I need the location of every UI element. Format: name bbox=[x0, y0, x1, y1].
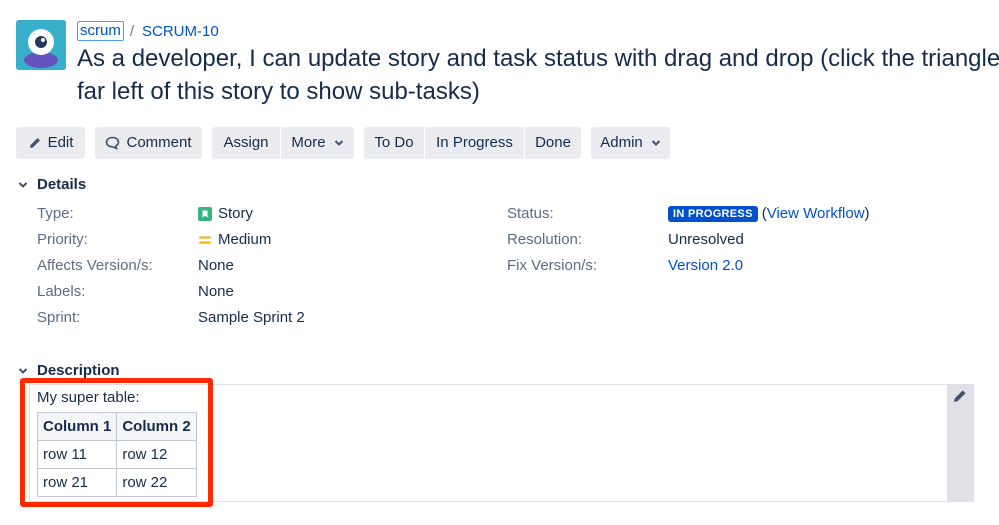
edit-button-label: Edit bbox=[47, 134, 74, 151]
priority-value-text: Medium bbox=[218, 231, 272, 248]
breadcrumb: scrum / SCRUM-10 bbox=[77, 21, 219, 41]
labels-label: Labels: bbox=[37, 283, 86, 300]
highlight-annotation bbox=[20, 378, 213, 507]
priority-medium-icon bbox=[199, 236, 211, 243]
resolution-label: Resolution: bbox=[507, 231, 583, 248]
project-avatar-icon[interactable] bbox=[16, 20, 66, 70]
chevron-down-icon bbox=[16, 181, 30, 189]
pencil-icon bbox=[29, 138, 40, 148]
to-do-button-label: To Do bbox=[374, 134, 414, 151]
to-do-transition-button[interactable]: To Do bbox=[364, 127, 424, 159]
more-dropdown-button[interactable]: More bbox=[281, 127, 354, 159]
breadcrumb-separator: / bbox=[129, 22, 135, 40]
description-section-toggle[interactable]: Description bbox=[16, 362, 120, 379]
view-workflow-link[interactable]: View Workflow bbox=[767, 205, 865, 222]
fix-versions-label: Fix Version/s: bbox=[507, 257, 598, 274]
status-label: Status: bbox=[507, 205, 554, 222]
done-transition-button[interactable]: Done bbox=[525, 127, 581, 159]
breadcrumb-issue-key-link[interactable]: SCRUM-10 bbox=[142, 23, 219, 40]
sprint-label: Sprint: bbox=[37, 309, 81, 326]
comment-button[interactable]: Comment bbox=[95, 127, 202, 159]
type-label: Type: bbox=[37, 205, 74, 222]
chevron-down-icon bbox=[651, 140, 660, 146]
details-heading: Details bbox=[37, 176, 87, 193]
details-section-toggle[interactable]: Details bbox=[16, 176, 86, 193]
assign-button-label: Assign bbox=[223, 134, 269, 151]
chevron-down-icon bbox=[334, 140, 343, 146]
breadcrumb-project-link[interactable]: scrum bbox=[77, 21, 124, 41]
comment-button-label: Comment bbox=[126, 134, 192, 151]
chevron-down-icon bbox=[16, 367, 30, 375]
in-progress-button-label: In Progress bbox=[436, 134, 513, 151]
type-value: Story bbox=[198, 205, 253, 222]
issue-summary[interactable]: As a developer, I can update story and t… bbox=[77, 42, 999, 108]
admin-button-label: Admin bbox=[600, 134, 643, 151]
affects-versions-label: Affects Version/s: bbox=[37, 257, 153, 274]
type-value-text: Story bbox=[218, 205, 254, 222]
fix-version-link[interactable]: Version 2.0 bbox=[668, 257, 743, 274]
affects-versions-value: None bbox=[198, 257, 234, 274]
story-icon bbox=[198, 206, 212, 221]
sprint-value: Sample Sprint 2 bbox=[198, 309, 305, 326]
pencil-icon bbox=[954, 390, 966, 402]
admin-dropdown-button[interactable]: Admin bbox=[591, 127, 670, 159]
status-value: IN PROGRESS (View Workflow) bbox=[668, 205, 870, 222]
priority-value: Medium bbox=[198, 231, 271, 248]
edit-button[interactable]: Edit bbox=[16, 127, 85, 159]
assign-button[interactable]: Assign bbox=[212, 127, 280, 159]
done-button-label: Done bbox=[535, 134, 571, 151]
resolution-value: Unresolved bbox=[668, 231, 744, 248]
speech-bubble-icon bbox=[106, 136, 120, 150]
labels-value: None bbox=[198, 283, 234, 300]
description-edit-button[interactable] bbox=[947, 384, 974, 502]
in-progress-transition-button[interactable]: In Progress bbox=[425, 127, 524, 159]
more-button-label: More bbox=[291, 134, 326, 151]
status-badge: IN PROGRESS bbox=[668, 205, 758, 222]
priority-label: Priority: bbox=[37, 231, 88, 248]
description-heading: Description bbox=[37, 362, 120, 379]
